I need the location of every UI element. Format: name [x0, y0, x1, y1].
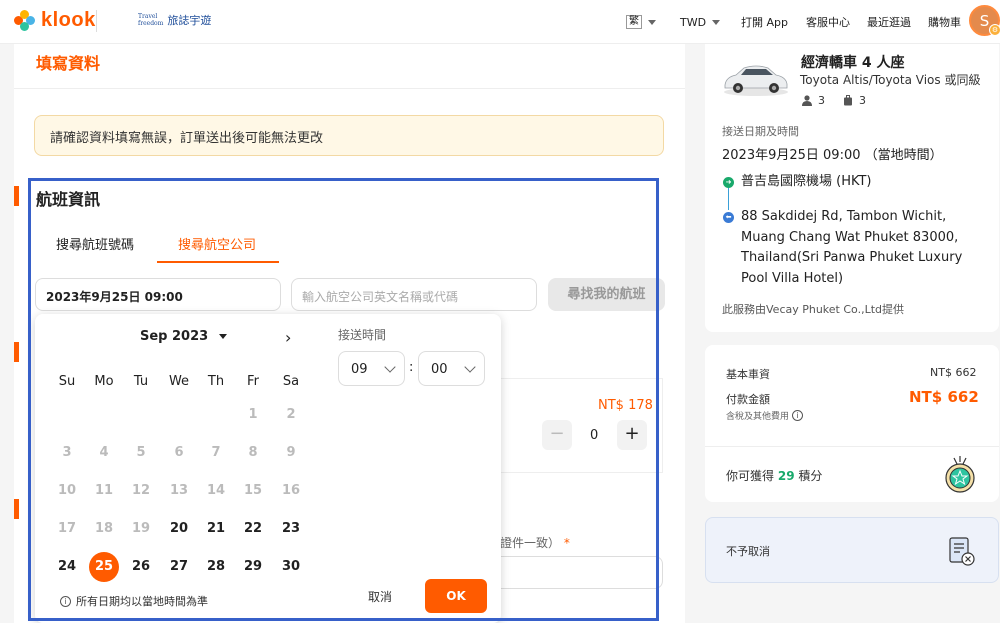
section-marker: [14, 342, 19, 362]
luggage-count: 3: [859, 94, 866, 107]
base-fare-value: NT$ 662: [930, 366, 977, 379]
title-divider: [14, 88, 685, 89]
section-marker: [14, 499, 19, 519]
klook-logo[interactable]: klook: [14, 9, 96, 32]
currency-selector[interactable]: TWD: [680, 0, 721, 44]
passenger-capacity: 3: [802, 94, 825, 107]
highlight-frame: [28, 178, 659, 621]
origin-location: 普吉島國際機場 (HKT): [741, 174, 872, 189]
partner-logo: Travel freedom 旅誌宇遊: [138, 12, 211, 28]
car-image: [724, 65, 788, 96]
klook-logo-icon: [14, 9, 36, 32]
luggage-icon: [844, 95, 852, 106]
pickup-datetime-label: 接送日期及時間: [722, 125, 799, 138]
user-avatar[interactable]: S ⚙: [969, 5, 1000, 36]
top-header: klook Travel freedom 旅誌宇遊 繁 TWD 打開 App 客服…: [0, 0, 1000, 44]
section-marker: [14, 186, 19, 206]
reward-medal-icon: [945, 456, 975, 493]
car-type-title: 經濟轎車 4 人座: [801, 55, 905, 71]
service-provider: 此服務由Vecay Phuket Co.,Ltd提供: [722, 303, 904, 316]
no-cancel-document-icon: [949, 537, 975, 566]
language-selector[interactable]: 繁: [626, 0, 656, 44]
tax-note: 含稅及其他費用 i: [726, 409, 804, 422]
person-icon: [802, 95, 812, 106]
base-fare-label: 基本車資: [726, 368, 770, 381]
cart-link[interactable]: 購物車: [928, 0, 961, 44]
points-suffix: 積分: [798, 469, 823, 483]
total-amount: NT$ 662: [909, 388, 979, 406]
partner-logo-mark: Travel freedom: [138, 13, 164, 27]
avatar-letter: S: [979, 11, 990, 30]
recently-viewed-link[interactable]: 最近逛過: [867, 0, 911, 44]
total-label: 付款金額: [726, 393, 770, 406]
partner-logo-text: 旅誌宇遊: [167, 14, 212, 27]
luggage-capacity: 3: [843, 94, 866, 107]
tax-note-text: 含稅及其他費用: [726, 412, 790, 422]
klook-logo-text: klook: [41, 9, 96, 31]
chevron-down-icon: [648, 19, 656, 25]
info-icon[interactable]: i: [792, 410, 804, 421]
origin-arrow-icon: ➜: [723, 177, 734, 188]
open-app-link[interactable]: 打開 App: [741, 0, 788, 44]
language-label: 繁: [626, 15, 642, 29]
points-reward: 你可獲得 29 積分: [726, 467, 822, 484]
settings-badge-icon: ⚙: [989, 24, 1000, 36]
car-model-subtitle: Toyota Altis/Toyota Vios 或同級: [800, 73, 981, 87]
price-divider: [705, 446, 999, 447]
cancellation-policy-text: 不予取消: [726, 545, 770, 558]
chevron-down-icon: [712, 19, 721, 25]
page-title: 填寫資料: [36, 54, 101, 73]
destination-location: 88 Sakdidej Rd, Tambon Wichit, Muang Cha…: [741, 209, 963, 286]
currency-label: TWD: [680, 15, 707, 29]
passenger-count: 3: [818, 94, 825, 107]
customer-service-link[interactable]: 客服中心: [806, 0, 850, 44]
pickup-datetime-value: 2023年9月25日 09:00 （當地時間）: [722, 148, 943, 163]
points-value: 29: [777, 469, 795, 483]
destination-arrow-icon: ⬅: [723, 212, 734, 223]
notice-banner: 請確認資料填寫無誤，訂單送出後可能無法更改: [34, 115, 664, 156]
points-prefix: 你可獲得: [726, 469, 775, 483]
route-line: [728, 188, 729, 210]
header-divider: [96, 10, 97, 32]
